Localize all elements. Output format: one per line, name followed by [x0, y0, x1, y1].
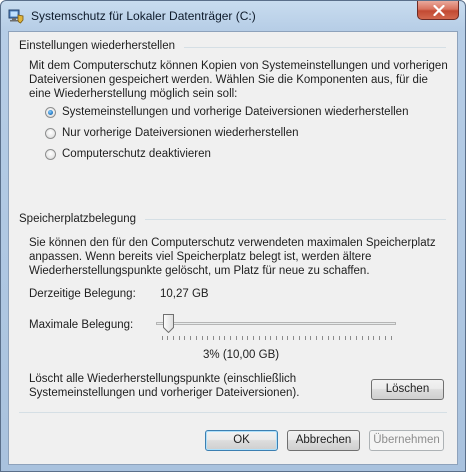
bottom-divider [19, 412, 447, 413]
restore-settings-header: Einstellungen wiederherstellen [19, 40, 175, 52]
slider-tick [259, 336, 260, 340]
radio-label: Nur vorherige Dateiversionen wiederherst… [62, 127, 299, 139]
slider-tick [242, 336, 243, 340]
cancel-button[interactable]: Abbrechen [287, 430, 360, 451]
slider-tick [293, 336, 294, 340]
ok-button[interactable]: OK [205, 430, 278, 451]
delete-description: Löscht alle Wiederherstellungspunkte (ei… [29, 373, 300, 399]
disk-usage-divider [145, 219, 446, 220]
slider-tick [345, 336, 346, 340]
max-usage-slider-track[interactable] [156, 322, 396, 325]
radio-restore-files-only[interactable]: Nur vorherige Dateiversionen wiederherst… [45, 125, 299, 141]
radio-button[interactable] [45, 127, 56, 139]
slider-tick [202, 336, 203, 340]
slider-tick [322, 336, 323, 340]
disk-usage-description: Sie können den für den Computerschutz ve… [29, 237, 436, 277]
slider-tick [368, 336, 369, 340]
slider-tick [362, 336, 363, 340]
radio-label: Systemeinstellungen und vorherige Dateiv… [62, 106, 409, 118]
slider-tick [196, 336, 197, 340]
slider-tick [167, 336, 168, 340]
disk-usage-header: Speicherplatzbelegung [19, 213, 137, 225]
slider-tick [265, 336, 266, 340]
radio-disable-protection[interactable]: Computerschutz deaktivieren [45, 146, 211, 162]
slider-tick [287, 336, 288, 340]
slider-tick [247, 336, 248, 340]
slider-tick [207, 336, 208, 340]
max-usage-readout: 3% (10,00 GB) [203, 349, 280, 361]
slider-tick [391, 336, 392, 340]
slider-tick [373, 336, 374, 340]
slider-tick [230, 336, 231, 340]
slider-tick [299, 336, 300, 340]
slider-tick [190, 336, 191, 340]
slider-tick [379, 336, 380, 340]
slider-tick [282, 336, 283, 340]
slider-tick [173, 336, 174, 340]
slider-tick [184, 336, 185, 340]
system-protection-icon [8, 8, 24, 24]
slider-tick [350, 336, 351, 340]
slider-tick [270, 336, 271, 340]
max-usage-label: Maximale Belegung: [29, 319, 134, 331]
slider-tick [236, 336, 237, 340]
dialog-client-area: Einstellungen wiederherstellen Mit dem C… [8, 31, 458, 465]
apply-button[interactable]: Übernehmen [369, 430, 444, 451]
radio-button[interactable] [45, 106, 56, 118]
slider-tick [213, 336, 214, 340]
slider-tick [253, 336, 254, 340]
slider-tick [339, 336, 340, 340]
window-title: Systemschutz für Lokaler Datenträger (C:… [31, 9, 256, 23]
radio-restore-system-and-files[interactable]: Systemeinstellungen und vorherige Dateiv… [45, 104, 408, 120]
title-bar[interactable]: Systemschutz für Lokaler Datenträger (C:… [1, 1, 465, 31]
slider-tick [179, 336, 180, 340]
slider-tick [310, 336, 311, 340]
restore-settings-divider [184, 47, 446, 48]
max-usage-slider-thumb[interactable] [163, 314, 174, 334]
slider-tick [224, 336, 225, 340]
dialog-window: Systemschutz für Lokaler Datenträger (C:… [0, 0, 466, 472]
current-usage-label: Derzeitige Belegung: [29, 288, 136, 300]
restore-settings-description: Mit dem Computerschutz können Kopien von… [29, 60, 448, 100]
slider-tick [219, 336, 220, 340]
slider-tick [333, 336, 334, 340]
slider-tick [305, 336, 306, 340]
current-usage-value: 10,27 GB [160, 288, 209, 300]
slider-tick [356, 336, 357, 340]
slider-tick [162, 336, 163, 340]
slider-tick [316, 336, 317, 340]
radio-button[interactable] [45, 148, 56, 160]
close-button[interactable] [417, 1, 459, 20]
slider-tick [385, 336, 386, 340]
radio-label: Computerschutz deaktivieren [62, 148, 211, 160]
slider-tick [276, 336, 277, 340]
slider-tick [328, 336, 329, 340]
delete-button[interactable]: Löschen [371, 379, 444, 400]
